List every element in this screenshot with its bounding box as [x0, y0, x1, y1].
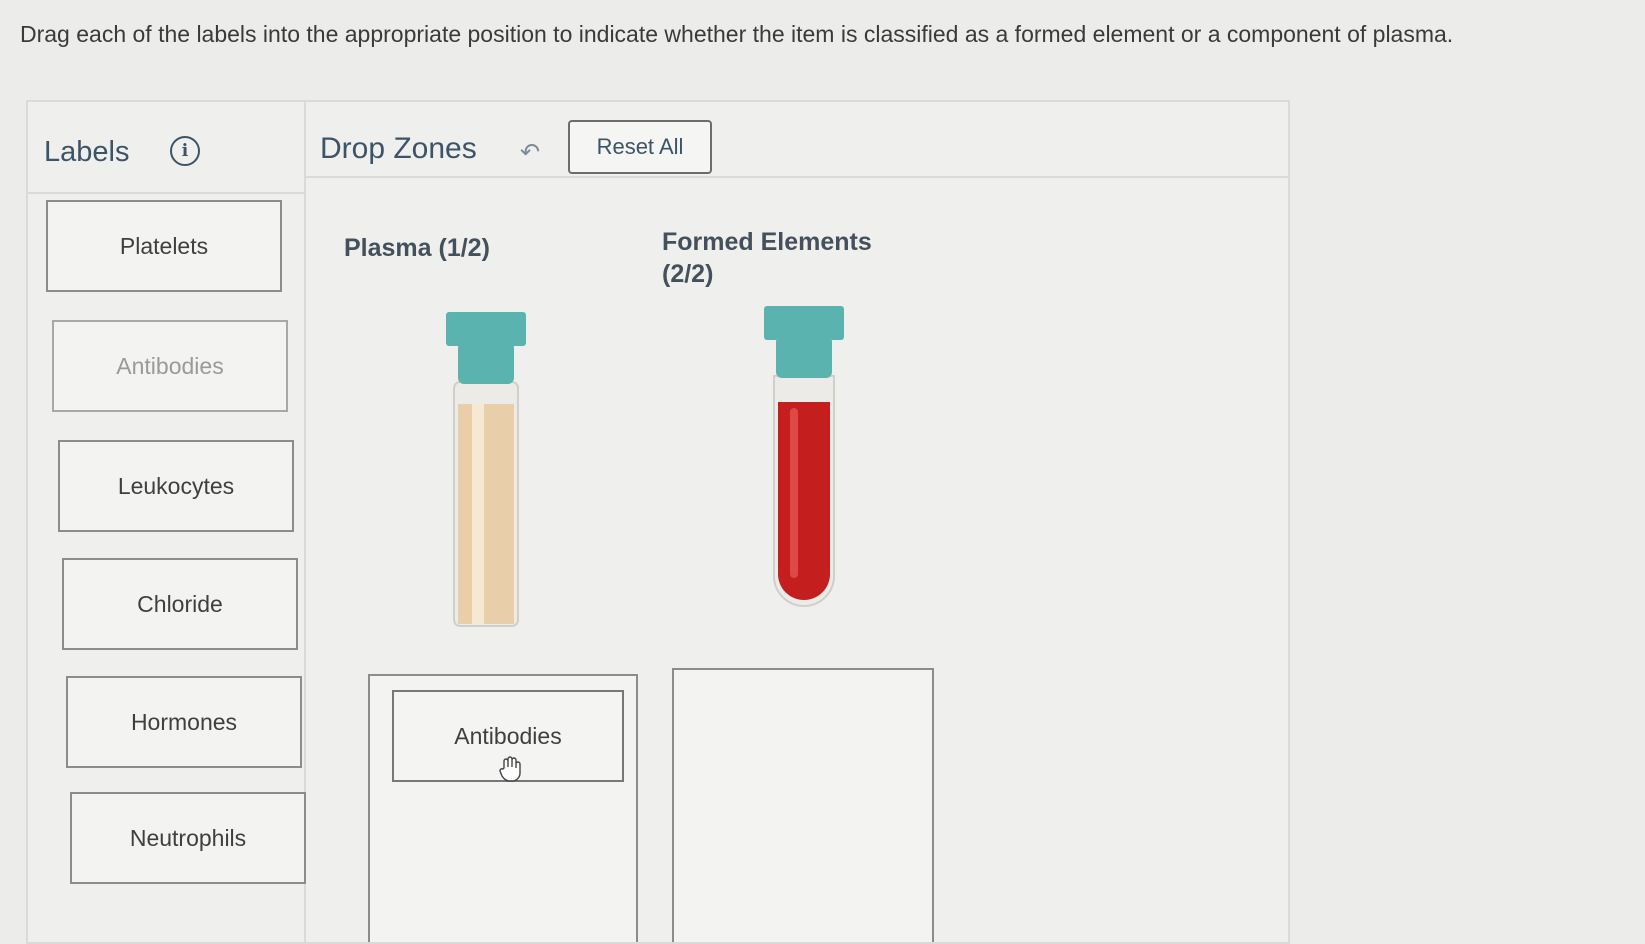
labels-column: Labels i Platelets Antibodies Leukocytes…: [28, 102, 306, 942]
placed-card-antibodies[interactable]: Antibodies: [392, 690, 624, 782]
label-card-hormones[interactable]: Hormones: [66, 676, 302, 768]
plasma-zone-title: Plasma (1/2): [344, 234, 490, 262]
plasma-drop-zone[interactable]: Antibodies: [368, 674, 638, 942]
undo-icon[interactable]: ↶: [520, 138, 540, 167]
info-icon[interactable]: i: [170, 136, 200, 166]
labels-header: Labels i: [28, 102, 304, 194]
instructions: Drag each of the labels into the appropr…: [20, 21, 1454, 47]
placed-card-label: Antibodies: [454, 722, 562, 749]
reset-all-button[interactable]: Reset All: [568, 120, 712, 174]
formed-elements-zone-title: Formed Elements (2/2): [662, 228, 872, 288]
blood-tube: [764, 306, 844, 607]
drop-zones-title: Drop Zones: [320, 132, 477, 165]
label-card-leukocytes[interactable]: Leukocytes: [58, 440, 294, 532]
plasma-tube: [446, 312, 526, 627]
label-card-platelets[interactable]: Platelets: [46, 200, 282, 292]
labels-title: Labels: [44, 136, 130, 168]
label-card-neutrophils[interactable]: Neutrophils: [70, 792, 306, 884]
grab-hand-icon: [499, 756, 521, 782]
label-card-antibodies[interactable]: Antibodies: [52, 320, 288, 412]
formed-elements-drop-zone[interactable]: [672, 668, 934, 942]
label-card-chloride[interactable]: Chloride: [62, 558, 298, 650]
drag-drop-panel: Labels i Platelets Antibodies Leukocytes…: [26, 100, 1290, 944]
drop-zones-header: Drop Zones ↶ Reset All: [306, 102, 1288, 178]
